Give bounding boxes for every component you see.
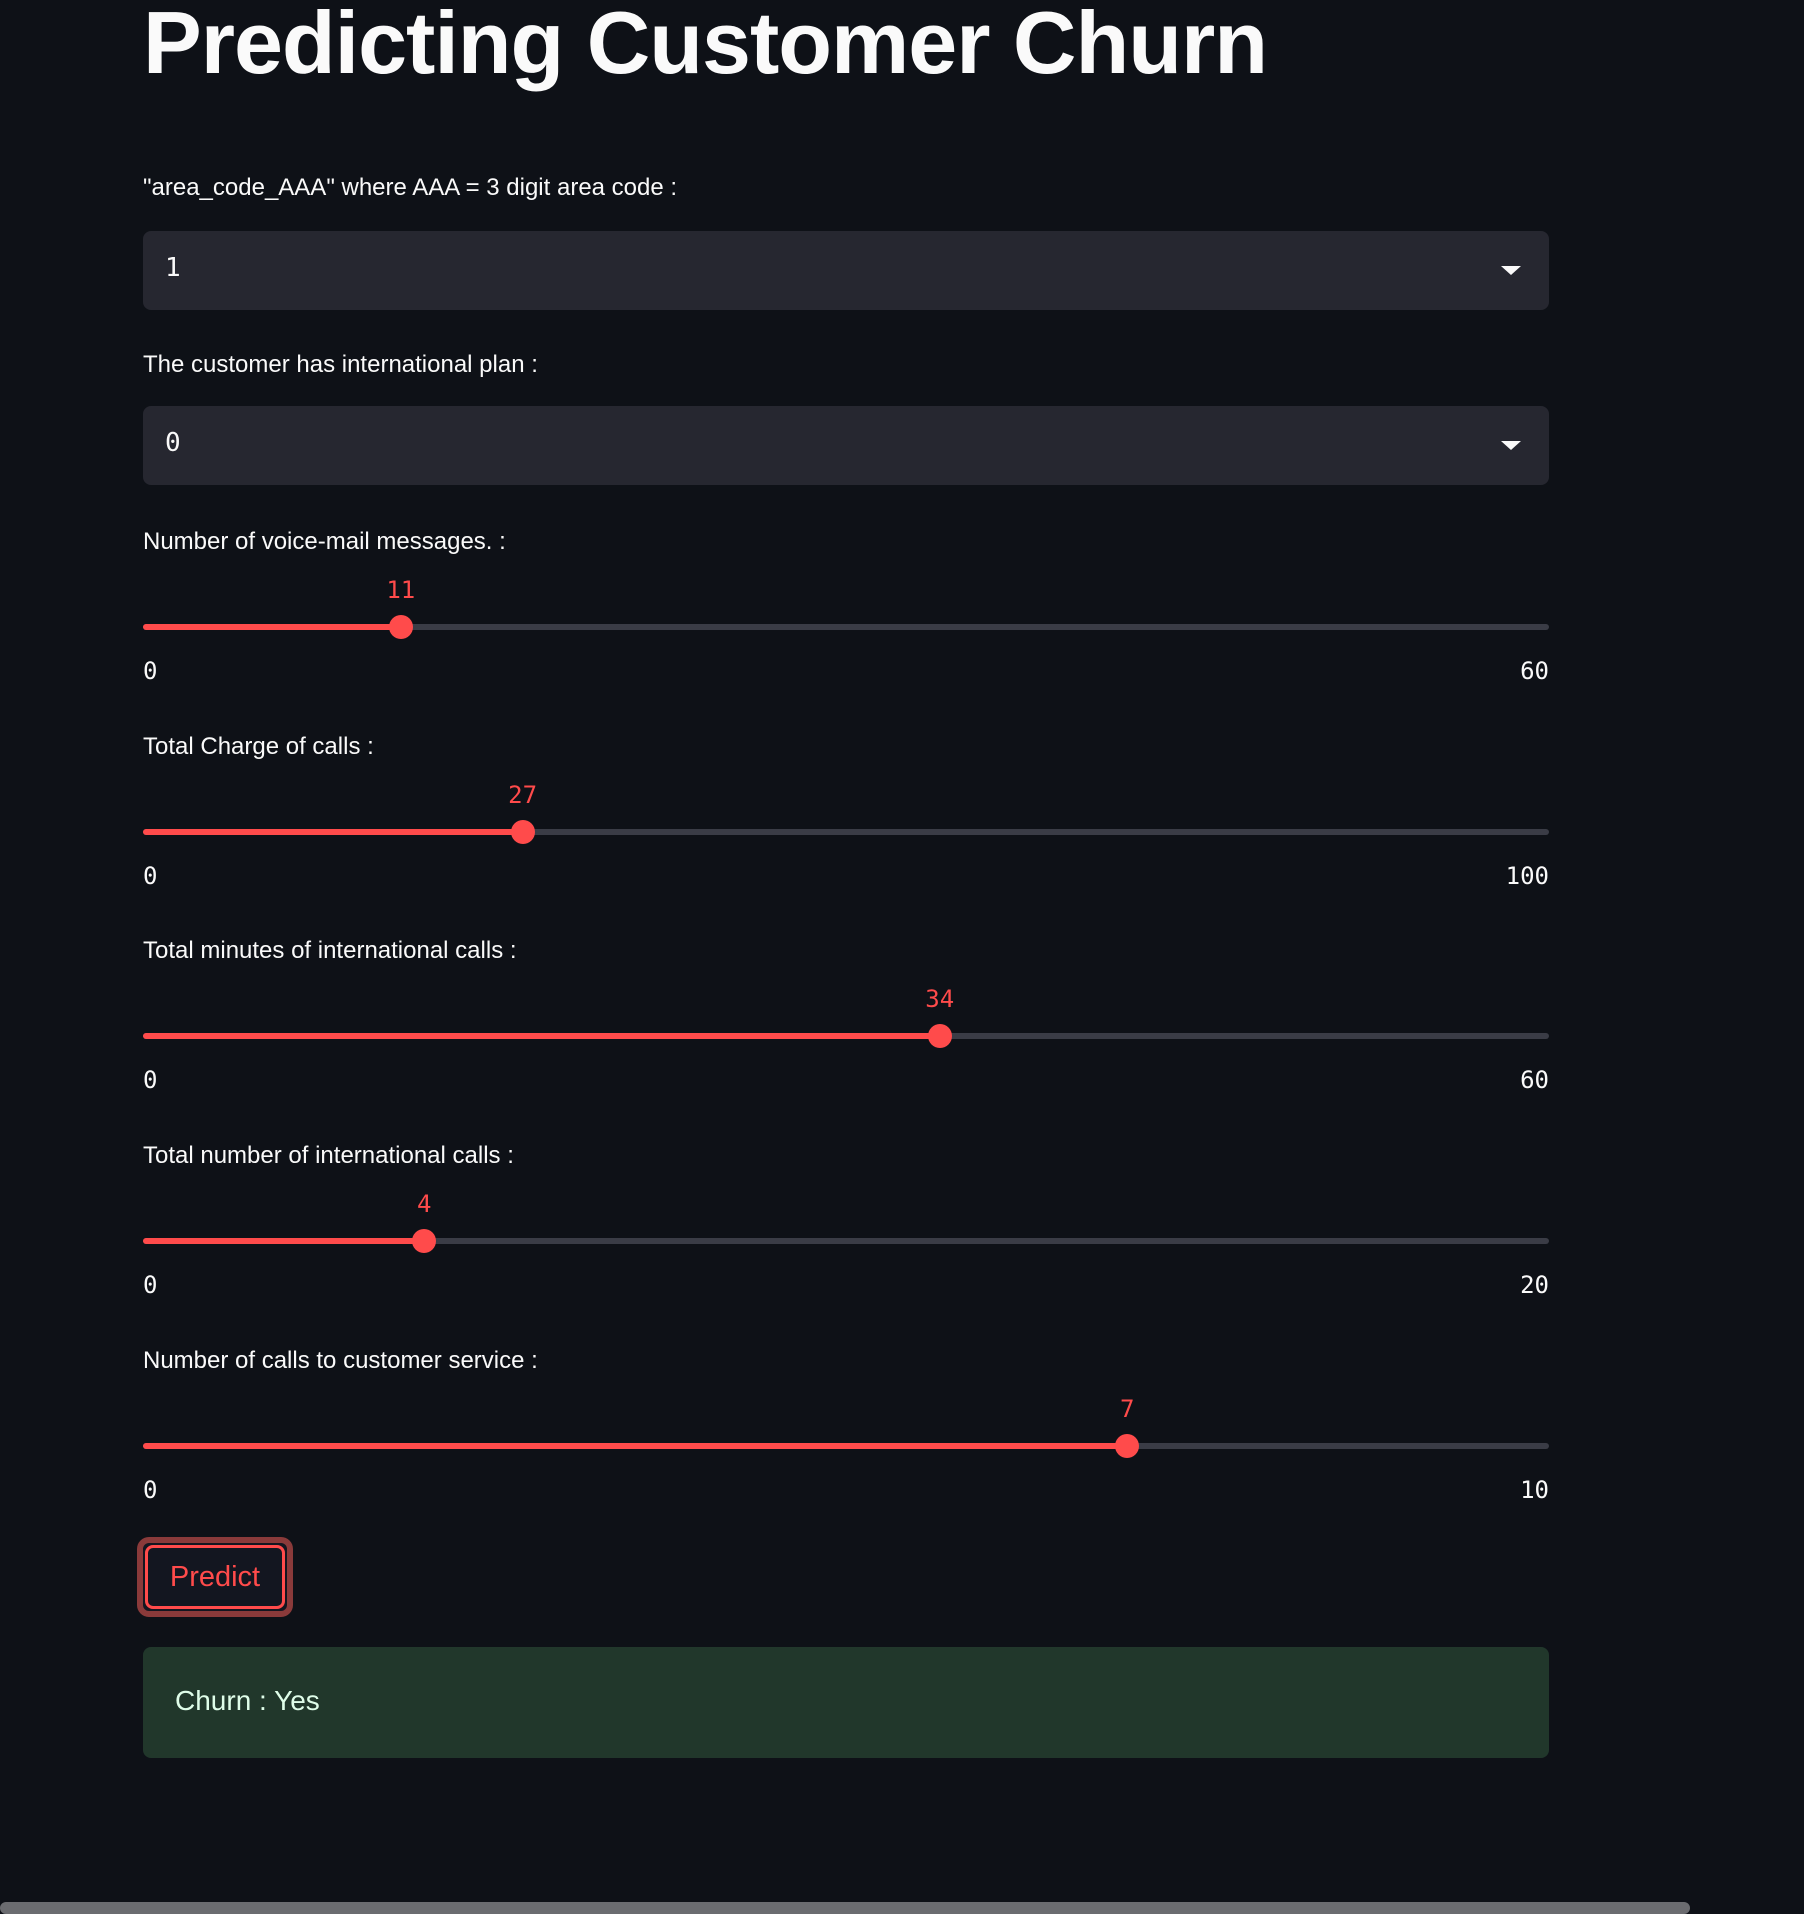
customer-service-calls-slider[interactable]: 7 0 10 (143, 1383, 1549, 1533)
area-code-label: "area_code_AAA" where AAA = 3 digit area… (143, 174, 678, 201)
predict-button-label: Predict (145, 1545, 285, 1609)
chevron-down-icon (1501, 441, 1521, 450)
intl-minutes-slider[interactable]: 34 0 60 (143, 973, 1549, 1123)
slider-thumb[interactable] (388, 615, 413, 639)
slider-fill (143, 1033, 940, 1039)
slider-max: 20 (1520, 1271, 1549, 1299)
slider-min: 0 (143, 1066, 158, 1094)
total-charge-label: Total Charge of calls : (143, 733, 374, 760)
slider-fill (143, 1238, 425, 1244)
slider-value: 4 (416, 1190, 432, 1218)
slider-value: 27 (508, 781, 538, 809)
slider-min: 0 (143, 1271, 158, 1299)
horizontal-scrollbar[interactable] (0, 1902, 1690, 1914)
slider-value: 11 (386, 576, 416, 604)
customer-service-calls-label: Number of calls to customer service : (143, 1347, 538, 1374)
page-title: Predicting Customer Churn (143, 0, 1268, 92)
slider-max: 60 (1520, 657, 1549, 685)
international-plan-value: 0 (165, 428, 181, 458)
slider-thumb[interactable] (927, 1024, 952, 1048)
prediction-result-text: Churn : Yes (175, 1685, 320, 1716)
voice-mail-messages-slider[interactable]: 11 0 60 (143, 564, 1549, 714)
voice-mail-messages-label: Number of voice-mail messages. : (143, 528, 506, 555)
international-plan-select[interactable]: 0 (143, 406, 1549, 485)
slider-track[interactable]: 11 (143, 576, 1549, 639)
slider-min: 0 (143, 862, 158, 890)
area-code-select[interactable]: 1 (143, 231, 1549, 310)
intl-calls-slider[interactable]: 4 0 20 (143, 1178, 1549, 1328)
slider-fill (143, 1443, 1128, 1449)
prediction-result-alert: Churn : Yes (143, 1647, 1549, 1758)
slider-thumb[interactable] (412, 1229, 437, 1253)
international-plan-label: The customer has international plan : (143, 351, 538, 378)
slider-max: 10 (1520, 1476, 1549, 1504)
slider-thumb[interactable] (1115, 1434, 1140, 1458)
total-charge-slider[interactable]: 27 0 100 (143, 769, 1549, 919)
slider-max: 100 (1505, 862, 1549, 890)
predict-button[interactable]: Predict (137, 1537, 293, 1617)
area-code-value: 1 (165, 253, 181, 283)
slider-min: 0 (143, 657, 158, 685)
slider-fill (143, 829, 523, 835)
slider-track[interactable]: 34 (143, 985, 1549, 1048)
slider-track[interactable]: 7 (143, 1395, 1549, 1458)
slider-track[interactable]: 4 (143, 1190, 1549, 1253)
slider-value: 7 (1119, 1395, 1135, 1423)
chevron-down-icon (1501, 266, 1521, 275)
slider-min: 0 (143, 1476, 158, 1504)
slider-fill (143, 624, 401, 630)
slider-thumb[interactable] (510, 820, 535, 844)
slider-track[interactable]: 27 (143, 781, 1549, 844)
intl-calls-label: Total number of international calls : (143, 1142, 514, 1169)
slider-max: 60 (1520, 1066, 1549, 1094)
intl-minutes-label: Total minutes of international calls : (143, 937, 517, 964)
slider-value: 34 (925, 985, 955, 1013)
